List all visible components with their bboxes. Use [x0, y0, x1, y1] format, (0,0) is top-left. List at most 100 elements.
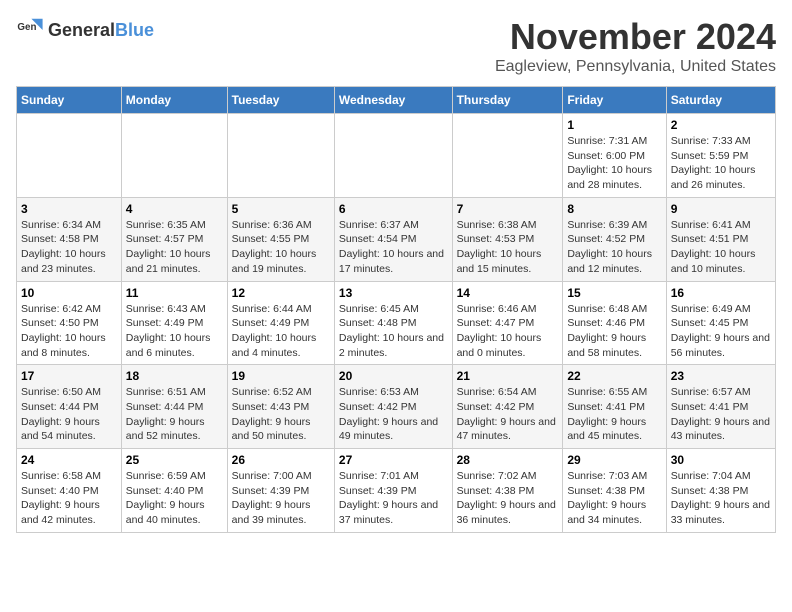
- logo-text-general: General: [48, 20, 115, 40]
- day-info: Sunrise: 6:39 AM Sunset: 4:52 PM Dayligh…: [567, 218, 661, 277]
- table-row: 17Sunrise: 6:50 AM Sunset: 4:44 PM Dayli…: [17, 365, 122, 449]
- day-number: 20: [339, 369, 448, 383]
- day-number: 28: [457, 453, 559, 467]
- table-row: 23 Sunrise: 6:57 AM Sunset: 4:41 PM Dayli…: [666, 365, 775, 449]
- table-row: [227, 114, 334, 198]
- table-row: 25 Sunrise: 6:59 AM Sunset: 4:40 PM Dayli…: [121, 449, 227, 533]
- day-info: Sunrise: 6:48 AM Sunset: 4:46 PM Dayligh…: [567, 302, 661, 361]
- header: Gen GeneralBlue November 2024 Eagleview,…: [16, 16, 776, 76]
- day-number: 16: [671, 286, 771, 300]
- col-wednesday: Wednesday: [334, 87, 452, 114]
- table-row: [17, 114, 122, 198]
- table-row: 1 Sunrise: 7:31 AM Sunset: 6:00 PM Daylig…: [563, 114, 666, 198]
- table-row: 28 Sunrise: 7:02 AM Sunset: 4:38 PM Dayli…: [452, 449, 563, 533]
- day-info: Sunrise: 6:59 AM Sunset: 4:40 PM Dayligh…: [126, 469, 223, 528]
- day-info: Sunrise: 7:02 AM Sunset: 4:38 PM Dayligh…: [457, 469, 559, 528]
- table-row: 12Sunrise: 6:44 AM Sunset: 4:49 PM Dayli…: [227, 281, 334, 365]
- logo: Gen GeneralBlue: [16, 16, 154, 44]
- day-info: Sunrise: 6:49 AM Sunset: 4:45 PM Dayligh…: [671, 302, 771, 361]
- table-row: 7Sunrise: 6:38 AM Sunset: 4:53 PM Daylig…: [452, 197, 563, 281]
- calendar-week-row: 17Sunrise: 6:50 AM Sunset: 4:44 PM Dayli…: [17, 365, 776, 449]
- month-title: November 2024: [495, 16, 776, 58]
- table-row: 26 Sunrise: 7:00 AM Sunset: 4:39 PM Dayli…: [227, 449, 334, 533]
- day-number: 13: [339, 286, 448, 300]
- table-row: 24Sunrise: 6:58 AM Sunset: 4:40 PM Dayli…: [17, 449, 122, 533]
- day-info: Sunrise: 7:00 AM Sunset: 4:39 PM Dayligh…: [232, 469, 330, 528]
- table-row: 3 Sunrise: 6:34 AM Sunset: 4:58 PM Daylig…: [17, 197, 122, 281]
- day-number: 15: [567, 286, 661, 300]
- day-number: 14: [457, 286, 559, 300]
- logo-text-blue: Blue: [115, 20, 154, 40]
- day-info: Sunrise: 6:45 AM Sunset: 4:48 PM Dayligh…: [339, 302, 448, 361]
- location-title: Eagleview, Pennsylvania, United States: [495, 58, 776, 76]
- col-tuesday: Tuesday: [227, 87, 334, 114]
- day-number: 6: [339, 202, 448, 216]
- col-sunday: Sunday: [17, 87, 122, 114]
- day-info: Sunrise: 7:04 AM Sunset: 4:38 PM Dayligh…: [671, 469, 771, 528]
- day-number: 9: [671, 202, 771, 216]
- table-row: 22Sunrise: 6:55 AM Sunset: 4:41 PM Dayli…: [563, 365, 666, 449]
- table-row: 20 Sunrise: 6:53 AM Sunset: 4:42 PM Dayli…: [334, 365, 452, 449]
- table-row: [452, 114, 563, 198]
- table-row: 18 Sunrise: 6:51 AM Sunset: 4:44 PM Dayli…: [121, 365, 227, 449]
- day-number: 12: [232, 286, 330, 300]
- day-info: Sunrise: 6:53 AM Sunset: 4:42 PM Dayligh…: [339, 385, 448, 444]
- table-row: 14 Sunrise: 6:46 AM Sunset: 4:47 PM Dayli…: [452, 281, 563, 365]
- table-row: 15 Sunrise: 6:48 AM Sunset: 4:46 PM Dayli…: [563, 281, 666, 365]
- day-info: Sunrise: 6:46 AM Sunset: 4:47 PM Dayligh…: [457, 302, 559, 361]
- day-number: 7: [457, 202, 559, 216]
- table-row: 29 Sunrise: 7:03 AM Sunset: 4:38 PM Dayli…: [563, 449, 666, 533]
- table-row: 5 Sunrise: 6:36 AM Sunset: 4:55 PM Daylig…: [227, 197, 334, 281]
- calendar-week-row: 24Sunrise: 6:58 AM Sunset: 4:40 PM Dayli…: [17, 449, 776, 533]
- day-info: Sunrise: 6:57 AM Sunset: 4:41 PM Dayligh…: [671, 385, 771, 444]
- day-number: 21: [457, 369, 559, 383]
- day-info: Sunrise: 7:33 AM Sunset: 5:59 PM Dayligh…: [671, 134, 771, 193]
- day-info: Sunrise: 7:31 AM Sunset: 6:00 PM Dayligh…: [567, 134, 661, 193]
- svg-text:Gen: Gen: [17, 22, 36, 33]
- day-info: Sunrise: 6:58 AM Sunset: 4:40 PM Dayligh…: [21, 469, 117, 528]
- calendar-week-row: 1 Sunrise: 7:31 AM Sunset: 6:00 PM Daylig…: [17, 114, 776, 198]
- calendar-week-row: 3 Sunrise: 6:34 AM Sunset: 4:58 PM Daylig…: [17, 197, 776, 281]
- day-number: 5: [232, 202, 330, 216]
- day-info: Sunrise: 6:34 AM Sunset: 4:58 PM Dayligh…: [21, 218, 117, 277]
- table-row: 16 Sunrise: 6:49 AM Sunset: 4:45 PM Dayli…: [666, 281, 775, 365]
- day-number: 25: [126, 453, 223, 467]
- col-thursday: Thursday: [452, 87, 563, 114]
- day-number: 29: [567, 453, 661, 467]
- day-number: 30: [671, 453, 771, 467]
- table-row: 4 Sunrise: 6:35 AM Sunset: 4:57 PM Daylig…: [121, 197, 227, 281]
- day-info: Sunrise: 7:01 AM Sunset: 4:39 PM Dayligh…: [339, 469, 448, 528]
- table-row: 8 Sunrise: 6:39 AM Sunset: 4:52 PM Daylig…: [563, 197, 666, 281]
- table-row: 27 Sunrise: 7:01 AM Sunset: 4:39 PM Dayli…: [334, 449, 452, 533]
- calendar-week-row: 10Sunrise: 6:42 AM Sunset: 4:50 PM Dayli…: [17, 281, 776, 365]
- col-friday: Friday: [563, 87, 666, 114]
- day-number: 19: [232, 369, 330, 383]
- table-row: 2Sunrise: 7:33 AM Sunset: 5:59 PM Daylig…: [666, 114, 775, 198]
- table-row: 30 Sunrise: 7:04 AM Sunset: 4:38 PM Dayli…: [666, 449, 775, 533]
- table-row: [334, 114, 452, 198]
- day-number: 22: [567, 369, 661, 383]
- day-number: 26: [232, 453, 330, 467]
- day-info: Sunrise: 6:36 AM Sunset: 4:55 PM Dayligh…: [232, 218, 330, 277]
- day-info: Sunrise: 6:41 AM Sunset: 4:51 PM Dayligh…: [671, 218, 771, 277]
- col-saturday: Saturday: [666, 87, 775, 114]
- day-info: Sunrise: 6:51 AM Sunset: 4:44 PM Dayligh…: [126, 385, 223, 444]
- day-info: Sunrise: 6:50 AM Sunset: 4:44 PM Dayligh…: [21, 385, 117, 444]
- table-row: 9 Sunrise: 6:41 AM Sunset: 4:51 PM Daylig…: [666, 197, 775, 281]
- logo-icon: Gen: [16, 16, 44, 44]
- day-info: Sunrise: 6:35 AM Sunset: 4:57 PM Dayligh…: [126, 218, 223, 277]
- day-number: 1: [567, 118, 661, 132]
- day-number: 23: [671, 369, 771, 383]
- day-number: 4: [126, 202, 223, 216]
- day-info: Sunrise: 7:03 AM Sunset: 4:38 PM Dayligh…: [567, 469, 661, 528]
- col-monday: Monday: [121, 87, 227, 114]
- day-info: Sunrise: 6:54 AM Sunset: 4:42 PM Dayligh…: [457, 385, 559, 444]
- day-number: 10: [21, 286, 117, 300]
- table-row: 10Sunrise: 6:42 AM Sunset: 4:50 PM Dayli…: [17, 281, 122, 365]
- day-number: 8: [567, 202, 661, 216]
- day-number: 27: [339, 453, 448, 467]
- table-row: 21 Sunrise: 6:54 AM Sunset: 4:42 PM Dayli…: [452, 365, 563, 449]
- calendar-table: Sunday Monday Tuesday Wednesday Thursday…: [16, 86, 776, 533]
- day-number: 18: [126, 369, 223, 383]
- day-number: 3: [21, 202, 117, 216]
